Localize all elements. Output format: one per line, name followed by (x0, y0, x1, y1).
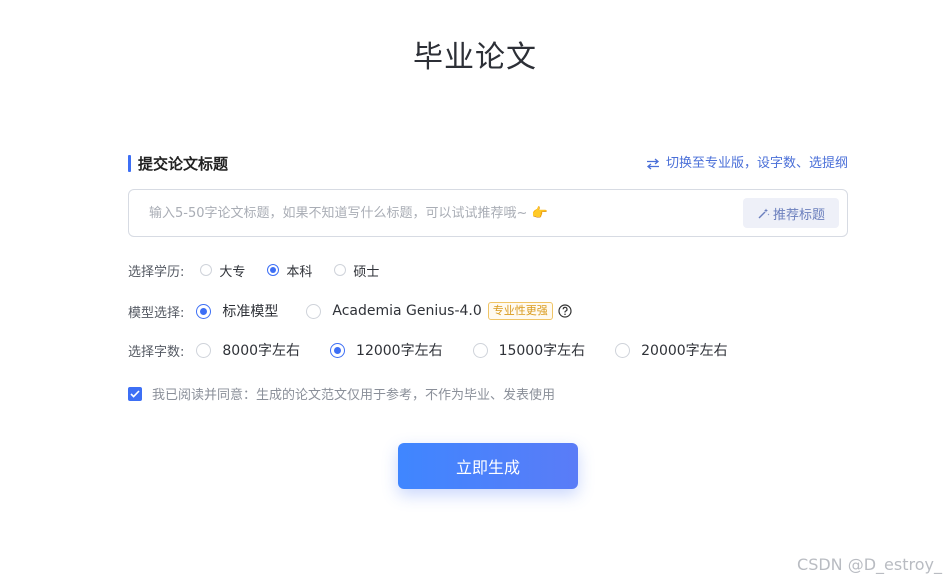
radio-circle (196, 342, 212, 358)
help-icon[interactable] (558, 304, 572, 318)
radio-circle (200, 264, 213, 276)
radio-circle (334, 264, 347, 276)
agreement-row: 我已阅读并同意：生成的论文范文仅用于参考，不作为毕业、发表使用 (128, 384, 555, 403)
swap-arrows-icon (646, 158, 660, 170)
radio-circle (267, 264, 280, 276)
pro-badge: 专业性更强 (487, 302, 553, 320)
model-row: 模型选择: 标准模型 Academia Genius-4.0 专业性更强 (128, 300, 572, 322)
agreement-text: 我已阅读并同意：生成的论文范文仅用于参考，不作为毕业、发表使用 (152, 388, 556, 403)
title-input[interactable] (149, 190, 749, 236)
agreement-checkbox[interactable] (128, 386, 142, 401)
radio-circle (472, 342, 488, 358)
radio-circle (615, 342, 631, 358)
generate-button[interactable]: 立即生成 (398, 443, 578, 489)
section-accent-bar (128, 155, 131, 172)
radio-circle (306, 303, 322, 319)
education-option-shuoshi[interactable]: 硕士 (334, 261, 379, 280)
section-title: 提交论文标题 (138, 155, 229, 173)
recommend-title-button[interactable]: 推荐标题 (743, 198, 839, 228)
recommend-title-label: 推荐标题 (772, 207, 825, 223)
section-header: 提交论文标题 切换至专业版，设字数、选提纲 (128, 153, 848, 175)
education-option-dazhuan[interactable]: 大专 (200, 261, 245, 280)
education-option-benke[interactable]: 本科 (267, 261, 312, 280)
page: 毕业论文 提交论文标题 切换至专业版，设字数、选提纲 推荐 (0, 0, 950, 582)
page-title: 毕业论文 (413, 40, 537, 75)
title-input-box: 推荐标题 (128, 189, 848, 237)
check-icon (130, 389, 140, 398)
word-count-label: 选择字数: (128, 344, 185, 360)
education-label: 选择学历: (128, 264, 185, 280)
word-count-option-15000[interactable]: 15000字左右 (472, 340, 585, 360)
model-option-academia[interactable]: Academia Genius-4.0 (306, 303, 482, 319)
radio-circle (330, 342, 346, 358)
word-count-row: 选择字数: 8000字左右 12000字左右 15000字左右 20000字左右 (128, 339, 750, 361)
radio-circle (196, 303, 212, 319)
watermark: CSDN @D_estroy_ (797, 555, 942, 574)
magic-wand-icon (757, 207, 770, 220)
word-count-option-12000[interactable]: 12000字左右 (330, 340, 443, 360)
switch-pro-label: 切换至专业版，设字数、选提纲 (665, 156, 848, 171)
education-row: 选择学历: 大专 本科 硕士 (128, 259, 401, 281)
word-count-option-8000[interactable]: 8000字左右 (196, 340, 300, 360)
word-count-option-20000[interactable]: 20000字左右 (615, 340, 728, 360)
switch-pro-link[interactable]: 切换至专业版，设字数、选提纲 (646, 153, 848, 175)
model-label: 模型选择: (128, 305, 185, 321)
model-option-standard[interactable]: 标准模型 (196, 301, 278, 321)
